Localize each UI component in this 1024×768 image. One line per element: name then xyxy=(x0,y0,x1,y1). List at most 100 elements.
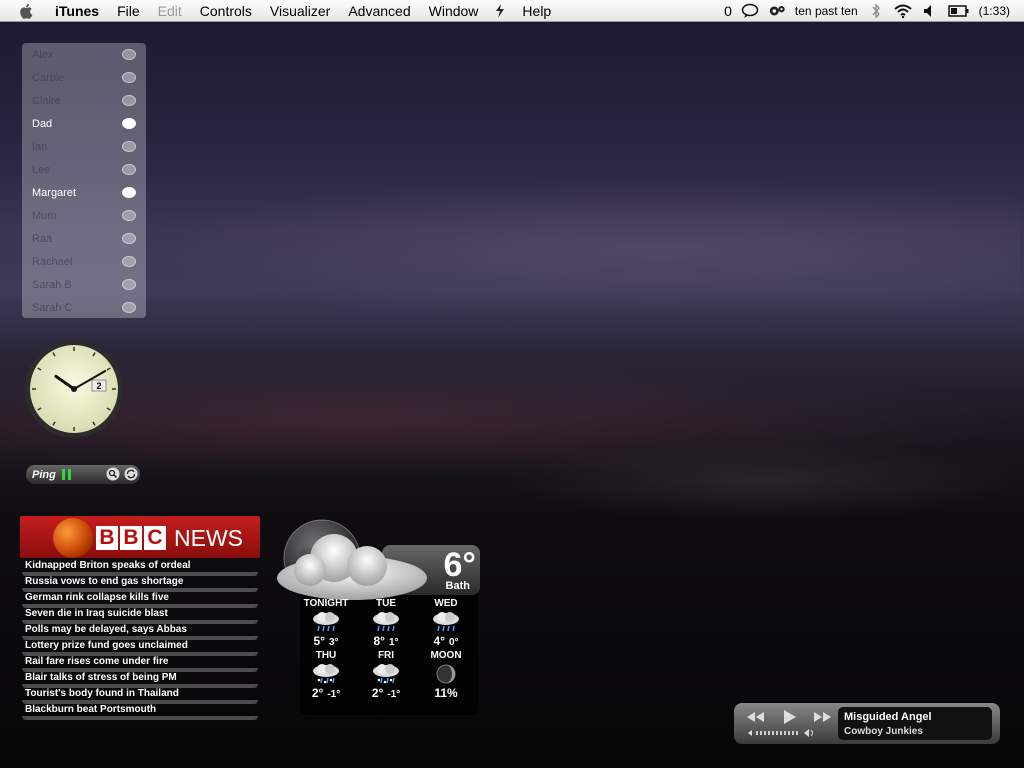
menu-controls[interactable]: Controls xyxy=(191,0,261,22)
sleet-icon xyxy=(296,662,356,686)
menu-visualizer[interactable]: Visualizer xyxy=(261,0,339,22)
chat-bubble-icon[interactable] xyxy=(122,72,136,83)
forecast-day: MOON xyxy=(430,650,462,661)
itunes-track-display[interactable]: Misguided Angel Cowboy Junkies xyxy=(838,707,992,740)
wifi-icon[interactable] xyxy=(893,3,912,19)
buddy-item[interactable]: Sarah C xyxy=(22,296,146,319)
clock-date: 2 xyxy=(96,381,101,391)
chat-bubble-icon[interactable] xyxy=(122,141,136,152)
forecast-high: 2° xyxy=(311,686,324,700)
buddy-item[interactable]: Claire xyxy=(22,89,146,112)
buddy-list-widget: Alex Carole Claire Dad Ian Lee Margaret Mum Raa R… xyxy=(22,43,146,318)
rain-icon xyxy=(356,610,416,634)
buddy-item[interactable]: Margaret xyxy=(22,181,146,204)
headline-link[interactable]: Blair talks of stress of being PM xyxy=(22,672,258,688)
volume-slider[interactable] xyxy=(748,728,818,738)
previous-track-icon[interactable] xyxy=(744,709,766,725)
forecast-high: 8° xyxy=(373,634,385,648)
search-icon[interactable] xyxy=(106,467,120,481)
buddy-name: Margaret xyxy=(32,186,77,199)
chat-bubble-icon[interactable] xyxy=(122,49,136,60)
menu-advanced[interactable]: Advanced xyxy=(339,0,419,22)
buddy-item[interactable]: Raa xyxy=(22,227,146,250)
headline-link[interactable]: Rail fare rises come under fire xyxy=(22,656,258,672)
script-menu-icon[interactable] xyxy=(491,3,509,19)
fuzzy-clock-text[interactable]: ten past ten xyxy=(795,4,858,18)
chat-bubble-icon[interactable] xyxy=(122,164,136,175)
chat-bubble-icon[interactable] xyxy=(122,118,136,129)
buddy-name: Lee xyxy=(32,163,51,176)
rain-icon xyxy=(296,610,356,634)
buddy-item[interactable]: Mum xyxy=(22,204,146,227)
next-track-icon[interactable] xyxy=(812,709,834,725)
buddy-item[interactable]: Rachael xyxy=(22,250,146,273)
headline-link[interactable]: Lottery prize fund goes unclaimed xyxy=(22,640,258,656)
menu-app-name[interactable]: iTunes xyxy=(46,0,108,22)
forecast-low: 0° xyxy=(448,637,459,648)
bbc-news-word: NEWS xyxy=(174,525,243,551)
buddy-item[interactable]: Lee xyxy=(22,158,146,181)
buddy-name: Dad xyxy=(32,117,53,130)
buddy-item[interactable]: Carole xyxy=(22,66,146,89)
buddy-name: Ian xyxy=(32,140,48,153)
chat-bubble-icon[interactable] xyxy=(122,233,136,244)
bluetooth-icon[interactable] xyxy=(867,3,885,19)
forecast-day: WED xyxy=(434,598,458,609)
bbc-news-banner[interactable]: B B C NEWS xyxy=(20,516,260,558)
chat-bubble-icon[interactable] xyxy=(122,256,136,267)
weather-widget[interactable]: 6° Bath TONIGHT TUE WED 5° 3° 8° 1° 4° 0° THU FRI M… xyxy=(272,518,484,718)
chat-bubble-icon[interactable] xyxy=(122,302,136,313)
headline-link[interactable]: Tourist's body found in Thailand xyxy=(22,688,258,704)
buddy-item[interactable]: Alex xyxy=(22,43,146,66)
gears-icon[interactable] xyxy=(768,3,786,19)
bbc-headline-list: Kidnapped Briton speaks of ordeal Russia … xyxy=(22,560,258,720)
headline-link[interactable]: German rink collapse kills five xyxy=(22,592,258,608)
globe-icon xyxy=(53,518,93,558)
buddy-item[interactable]: Ian xyxy=(22,135,146,158)
itunes-widget: Misguided Angel Cowboy Junkies xyxy=(734,703,1000,744)
refresh-icon[interactable] xyxy=(124,467,138,481)
message-count[interactable]: 0 xyxy=(724,3,732,19)
chat-bubble-icon[interactable] xyxy=(122,279,136,290)
forecast-high: 11% xyxy=(434,686,458,700)
volume-icon[interactable] xyxy=(921,3,939,19)
headline-link[interactable]: Polls may be delayed, says Abbas xyxy=(22,624,258,640)
forecast-day: TUE xyxy=(376,598,396,609)
play-icon[interactable] xyxy=(778,709,800,725)
headline-link[interactable]: Seven die in Iraq suicide blast xyxy=(22,608,258,624)
chat-bubble-icon[interactable] xyxy=(122,210,136,221)
rain-icon xyxy=(416,610,476,634)
menu-help[interactable]: Help xyxy=(513,0,560,22)
speech-bubble-icon[interactable] xyxy=(741,3,759,19)
battery-icon[interactable] xyxy=(947,3,970,19)
chat-bubble-icon[interactable] xyxy=(122,187,136,198)
forecast-temps: 4° 0° xyxy=(416,634,476,650)
headline-link[interactable]: Russia vows to end gas shortage xyxy=(22,576,258,592)
forecast-temps: 2° -1° xyxy=(356,686,416,702)
weather-forecast-grid: TONIGHT TUE WED 5° 3° 8° 1° 4° 0° THU FRI MOON 2° -1°… xyxy=(296,598,476,702)
ping-signal-bars xyxy=(61,469,71,480)
clock-widget[interactable]: 2 xyxy=(24,339,124,439)
buddy-name: Sarah C xyxy=(32,301,73,314)
battery-time[interactable]: (1:33) xyxy=(979,4,1010,18)
headline-link[interactable]: Kidnapped Briton speaks of ordeal xyxy=(22,560,258,576)
bbc-logo: B B C xyxy=(96,526,166,550)
chat-bubble-icon[interactable] xyxy=(122,95,136,106)
buddy-name: Alex xyxy=(32,48,54,61)
forecast-low: 3° xyxy=(328,637,339,648)
forecast-day: TONIGHT xyxy=(303,598,349,609)
menu-file[interactable]: File xyxy=(108,0,149,22)
buddy-name: Claire xyxy=(32,94,61,107)
forecast-low: -1° xyxy=(387,689,401,700)
buddy-item[interactable]: Dad xyxy=(22,112,146,135)
menu-window[interactable]: Window xyxy=(420,0,488,22)
forecast-day: FRI xyxy=(377,650,395,661)
forecast-high: 4° xyxy=(433,634,445,648)
sky-glow-horizon xyxy=(500,440,1020,520)
track-title: Misguided Angel xyxy=(844,711,932,723)
buddy-item[interactable]: Sarah B xyxy=(22,273,146,296)
apple-menu-icon[interactable] xyxy=(18,2,36,20)
menu-edit[interactable]: Edit xyxy=(149,0,191,22)
forecast-high: 2° xyxy=(371,686,384,700)
headline-link[interactable]: Blackburn beat Portsmouth xyxy=(22,704,258,720)
